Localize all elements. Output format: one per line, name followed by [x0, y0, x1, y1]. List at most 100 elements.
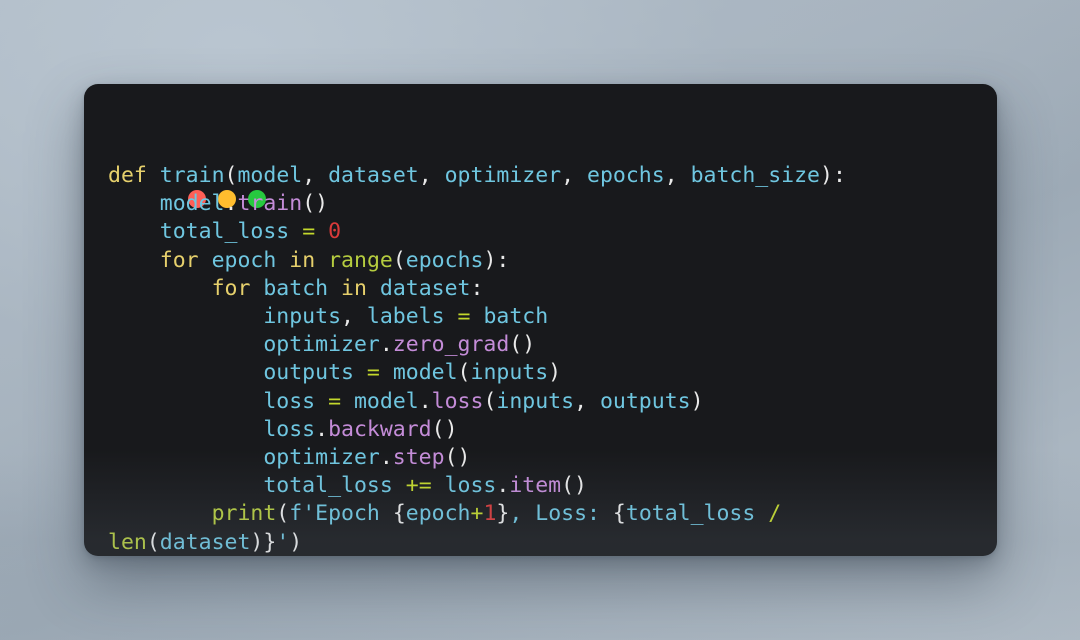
code-token: len	[108, 529, 147, 555]
code-token: outputs	[599, 388, 691, 414]
code-token: ,	[561, 163, 587, 188]
code-token: ()	[302, 191, 329, 217]
code-token: batch	[263, 275, 329, 301]
code-token: in	[289, 247, 316, 273]
code-token: .	[315, 416, 329, 442]
code-token: train	[159, 163, 225, 188]
code-token: ,	[418, 163, 445, 188]
code-token: {	[392, 501, 406, 527]
code-token: /	[768, 501, 782, 527]
code-token: total_loss	[159, 219, 290, 245]
code-token: ,	[302, 163, 329, 188]
code-token: outputs	[263, 360, 354, 386]
code-token: batch	[483, 304, 549, 330]
code-token: Epoch	[315, 501, 393, 527]
code-token: epoch	[211, 247, 277, 273]
window-titlebar[interactable]	[84, 84, 997, 146]
code-token: (	[276, 501, 290, 527]
code-token: range	[328, 247, 393, 273]
code-token: f'	[289, 501, 316, 527]
code-token: ()	[509, 332, 536, 358]
desktop-background: def train(model, dataset, optimizer, epo…	[0, 0, 1080, 640]
code-token: model	[353, 388, 419, 414]
code-token: train	[237, 191, 303, 217]
code-line: len(dataset)}')	[84, 529, 997, 556]
code-token: step	[392, 445, 445, 471]
code-token: total_loss	[263, 473, 393, 499]
code-token: labels	[366, 304, 445, 330]
code-token: epochs	[405, 247, 484, 273]
code-token: (	[392, 247, 406, 273]
code-token: in	[341, 275, 367, 301]
code-token: )	[690, 388, 704, 414]
code-token: ,	[574, 388, 600, 414]
code-line: inputs, labels = batch	[84, 303, 997, 331]
code-token: ()	[561, 473, 587, 499]
code-line: total_loss = 0	[84, 218, 997, 246]
code-token: loss	[263, 416, 316, 442]
code-token: +=	[405, 473, 432, 499]
code-token: model	[237, 163, 303, 188]
code-token: ()	[444, 445, 471, 471]
code-token: 0	[328, 219, 342, 245]
code-token: dataset	[379, 275, 471, 301]
code-token: '	[276, 529, 290, 555]
code-token: +	[470, 501, 484, 527]
code-token: batch_size	[690, 163, 821, 188]
code-token: =	[302, 219, 316, 245]
code-token: for	[159, 247, 199, 273]
code-token: model	[159, 191, 225, 217]
code-line: loss = model.loss(inputs, outputs)	[84, 388, 997, 416]
code-content-area[interactable]: def train(model, dataset, optimizer, epo…	[84, 162, 997, 556]
code-token: total_loss	[625, 501, 756, 527]
code-token: ,	[341, 304, 367, 330]
code-line: optimizer.zero_grad()	[84, 331, 997, 359]
python-source-code[interactable]: def train(model, dataset, optimizer, epo…	[84, 162, 997, 556]
code-token: ):	[483, 247, 510, 273]
code-token: epochs	[587, 163, 665, 188]
code-token: optimizer	[444, 163, 562, 188]
code-line: total_loss += loss.item()	[84, 472, 997, 500]
code-token: dataset	[328, 163, 419, 188]
code-editor-window: def train(model, dataset, optimizer, epo…	[84, 84, 997, 556]
code-token: }	[496, 501, 510, 527]
code-token: zero_grad	[392, 332, 510, 358]
code-token: =	[366, 360, 380, 386]
code-token: optimizer	[263, 445, 380, 471]
code-token: {	[612, 501, 626, 527]
code-line: loss.backward()	[84, 416, 997, 444]
code-token: (	[224, 163, 238, 188]
code-token: loss	[444, 473, 497, 499]
code-token: inputs	[263, 304, 342, 330]
code-line: print(f'Epoch {epoch+1}, Loss: {total_lo…	[84, 500, 997, 528]
code-token: backward	[328, 416, 432, 442]
code-token: loss	[431, 388, 484, 414]
code-token: )	[289, 529, 303, 555]
code-token: dataset	[159, 529, 251, 555]
code-token: , Loss:	[509, 501, 613, 527]
code-token: .	[379, 445, 393, 471]
code-token: def	[108, 163, 147, 188]
